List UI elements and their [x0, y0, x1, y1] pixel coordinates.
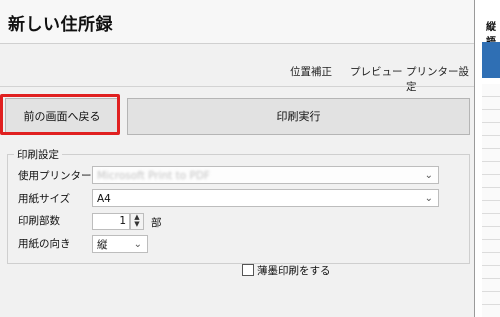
printer-select[interactable]: Microsoft Print to PDF ⌄ [92, 166, 439, 184]
print-window: 新しい住所録 位置補正 プレビュー プリンター設定 前の画面へ戻る 印刷実行 印… [0, 0, 475, 317]
highlight-box [0, 94, 120, 135]
paper-size-label: 用紙サイズ [18, 193, 71, 205]
menu-align[interactable]: 位置補正 [290, 64, 332, 79]
print-settings-title: 印刷設定 [14, 147, 62, 162]
light-print-label[interactable]: 薄墨印刷をする [257, 263, 331, 278]
copies-input[interactable]: 1 [92, 213, 130, 230]
copies-unit: 部 [151, 217, 162, 229]
chevron-down-icon: ⌄ [133, 239, 142, 250]
background-accent-bar [482, 42, 500, 78]
copies-stepper[interactable]: ▲ ▼ [130, 213, 144, 230]
chevron-down-icon: ⌄ [424, 193, 433, 204]
title-divider [0, 43, 474, 44]
paper-size-select[interactable]: A4 ⌄ [92, 189, 439, 207]
down-arrow-icon[interactable]: ▼ [131, 221, 143, 228]
copies-label: 印刷部数 [18, 215, 60, 227]
menu-printer-settings[interactable]: プリンター設定 [406, 64, 474, 94]
orientation-select[interactable]: 縦 ⌄ [92, 235, 148, 253]
orientation-label: 用紙の向き [18, 238, 71, 250]
background-list [482, 84, 500, 317]
light-print-checkbox[interactable] [242, 264, 254, 276]
chevron-down-icon: ⌄ [424, 170, 433, 181]
menu-divider [0, 86, 474, 87]
orientation-value: 縦 [97, 239, 108, 251]
printer-value: Microsoft Print to PDF [97, 170, 210, 182]
window-title: 新しい住所録 [8, 15, 113, 35]
paper-size-value: A4 [97, 193, 111, 205]
menu-preview[interactable]: プレビュー [350, 64, 403, 79]
printer-label: 使用プリンター [18, 170, 92, 182]
print-button[interactable]: 印刷実行 [127, 98, 470, 135]
title-bar: 新しい住所録 [0, 0, 474, 44]
